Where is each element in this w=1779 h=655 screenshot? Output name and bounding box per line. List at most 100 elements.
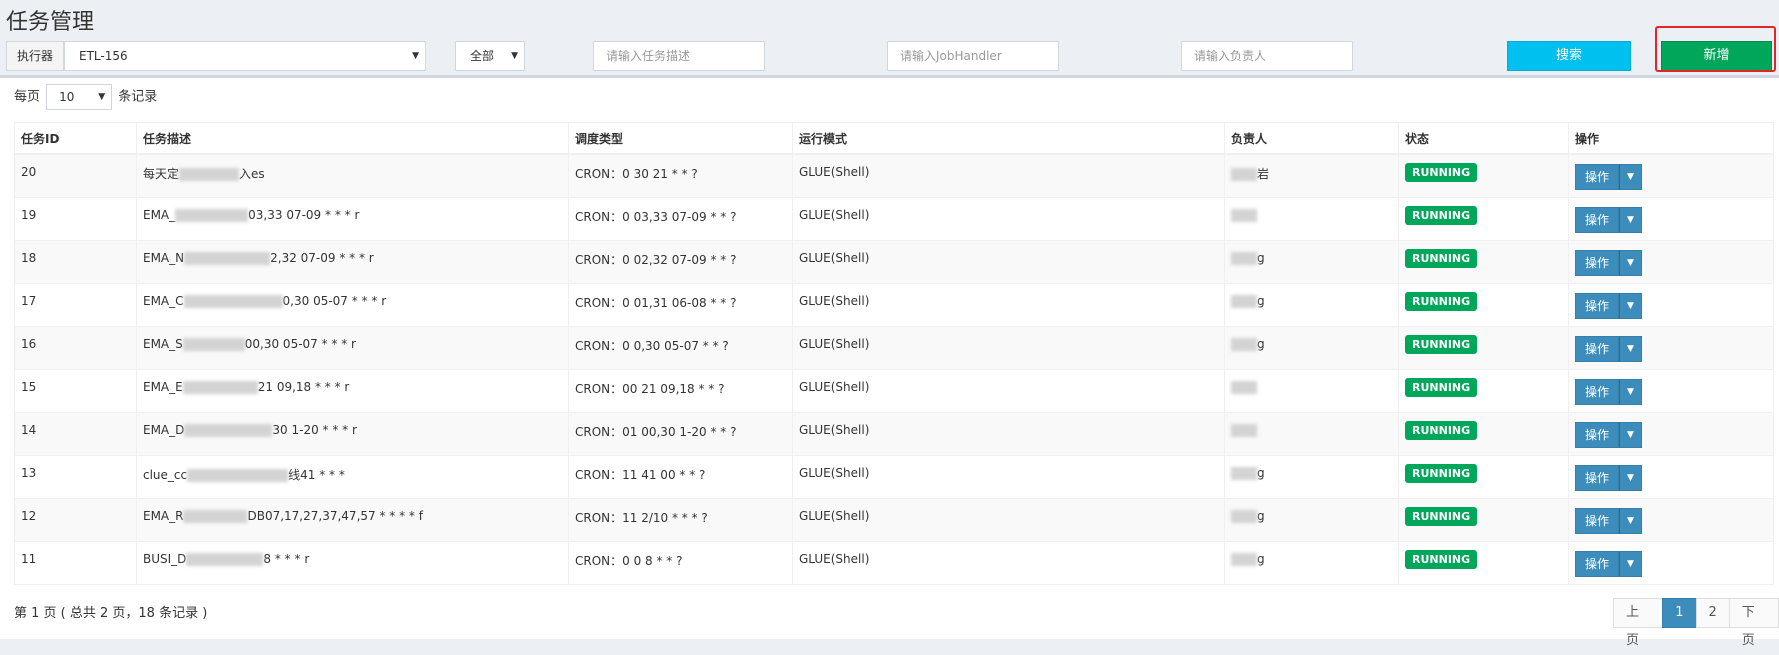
redacted-text [182,380,258,394]
executor-select[interactable]: ETL-156 ▼ [64,41,426,71]
operation-dropdown-toggle[interactable]: ▼ [1619,464,1642,491]
job-desc-suffix: 0,30 05-07 * * * r [282,293,387,308]
caret-down-icon: ▼ [1627,257,1634,268]
schedule-cron: CRON：11 41 00 * * ? [575,467,706,482]
operation-dropdown-toggle[interactable]: ▼ [1619,507,1642,534]
search-button[interactable]: 搜索 [1507,41,1631,71]
cell-status: RUNNING [1398,153,1569,198]
page-size-suffix: 条记录 [118,89,158,105]
header-status[interactable]: 状态 [1398,122,1569,155]
cell-job-desc: EMA_S 00,30 05-07 * * * r [136,325,569,370]
operation-dropdown-toggle[interactable]: ▼ [1619,292,1642,319]
operation-button[interactable]: 操作 [1575,464,1620,491]
run-mode: GLUE(Shell) [799,508,870,523]
operation-dropdown-toggle[interactable]: ▼ [1619,206,1642,233]
status-badge: RUNNING [1405,334,1478,354]
pagination-prev[interactable]: 上页 [1613,598,1664,648]
redacted-text [1231,423,1257,437]
operation-button[interactable]: 操作 [1575,292,1620,319]
author-name: g [1257,508,1265,523]
header-author[interactable]: 负责人 [1224,122,1399,155]
job-handler-input[interactable]: 请输入JobHandler [887,41,1059,71]
cell-job-id: 17 [14,282,137,327]
operation-button-group: 操作 ▼ [1575,550,1642,577]
chevron-down-icon: ▼ [511,51,518,61]
operation-dropdown-toggle[interactable]: ▼ [1619,378,1642,405]
operation-button-group: 操作 ▼ [1575,464,1642,491]
schedule-cron: CRON：01 00,30 1-20 * * ? [575,424,737,439]
page-size-value: 10 [59,90,75,104]
pagination-next[interactable]: 下页 [1728,598,1779,648]
job-id: 19 [21,207,37,222]
operation-dropdown-toggle[interactable]: ▼ [1619,249,1642,276]
cell-operation: 操作 ▼ [1568,282,1774,327]
redacted-text [175,208,249,222]
job-desc-input[interactable]: 请输入任务描述 [593,41,765,71]
header-job-desc[interactable]: 任务描述 [136,122,569,155]
cell-operation: 操作 ▼ [1568,153,1774,198]
cell-status: RUNNING [1398,282,1569,327]
run-mode: GLUE(Shell) [799,293,870,308]
status-badge: RUNNING [1405,205,1478,225]
header-schedule-type[interactable]: 调度类型 [568,122,793,155]
operation-button[interactable]: 操作 [1575,378,1620,405]
run-mode: GLUE(Shell) [799,379,870,394]
schedule-cron: CRON：0 03,33 07-09 * * ? [575,209,737,224]
redacted-text [187,468,289,482]
header-job-id[interactable]: 任务ID [14,122,137,155]
cell-run-mode: GLUE(Shell) [792,540,1225,585]
redacted-text [1231,337,1257,351]
operation-button[interactable]: 操作 [1575,550,1620,577]
redacted-text [1231,552,1257,566]
cell-status: RUNNING [1398,368,1569,413]
operation-button[interactable]: 操作 [1575,249,1620,276]
table-header-row: 任务ID 任务描述 调度类型 运行模式 负责人 状态 操作 [14,122,1774,155]
job-desc-prefix: EMA_N [143,250,185,265]
cell-operation: 操作 ▼ [1568,411,1774,456]
cell-job-desc: EMA_ 03,33 07-09 * * * r [136,196,569,241]
chevron-down-icon: ▼ [412,51,419,61]
cell-author: g [1224,540,1399,585]
job-desc-suffix: 入es [239,167,265,181]
operation-dropdown-toggle[interactable]: ▼ [1619,164,1642,190]
run-mode: GLUE(Shell) [799,165,870,179]
pagination: 上页 1 2 下页 [1613,598,1779,648]
operation-button[interactable]: 操作 [1575,507,1620,534]
cell-run-mode: GLUE(Shell) [792,282,1225,327]
author-name: 岩 [1257,167,1270,181]
header-run-mode[interactable]: 运行模式 [792,122,1225,155]
schedule-cron: CRON：11 2/10 * * * ? [575,510,708,525]
job-desc-suffix: 线41 * * * [288,467,345,482]
operation-button[interactable]: 操作 [1575,335,1620,362]
author-input[interactable]: 请输入负责人 [1181,41,1353,71]
pagination-page-1[interactable]: 1 [1662,598,1697,628]
operation-button[interactable]: 操作 [1575,421,1620,448]
operation-dropdown-toggle[interactable]: ▼ [1619,421,1642,448]
table-row: 12 EMA_R DB07,17,27,37,47,57 * * * * f CRON… [14,497,1774,542]
job-desc-prefix: EMA_E [143,379,183,394]
cell-operation: 操作 ▼ [1568,454,1774,499]
operation-dropdown-toggle[interactable]: ▼ [1619,550,1642,577]
executor-select-value: ETL-156 [79,49,128,63]
operation-button[interactable]: 操作 [1575,206,1620,233]
job-desc-suffix: 30 1-20 * * * r [272,422,357,437]
job-id: 16 [21,336,37,351]
cell-schedule: CRON：00 21 09,18 * * ? [568,368,793,413]
redacted-text [186,552,264,566]
pagination-page-2[interactable]: 2 [1695,598,1730,628]
cell-job-id: 14 [14,411,137,456]
job-desc-prefix: EMA_S [143,336,183,351]
operation-button-group: 操作 ▼ [1575,206,1642,233]
author-name: g [1257,465,1265,480]
cell-operation: 操作 ▼ [1568,325,1774,370]
page-size-select[interactable]: 10 ▼ [46,84,113,110]
run-mode: GLUE(Shell) [799,551,870,566]
job-id: 20 [21,165,37,179]
operation-dropdown-toggle[interactable]: ▼ [1619,335,1642,362]
cell-run-mode: GLUE(Shell) [792,454,1225,499]
status-select[interactable]: 全部 ▼ [455,41,525,71]
cell-job-id: 11 [14,540,137,585]
operation-button[interactable]: 操作 [1575,164,1620,190]
schedule-cron: CRON：0 02,32 07-09 * * ? [575,252,737,267]
redacted-text [179,168,240,181]
